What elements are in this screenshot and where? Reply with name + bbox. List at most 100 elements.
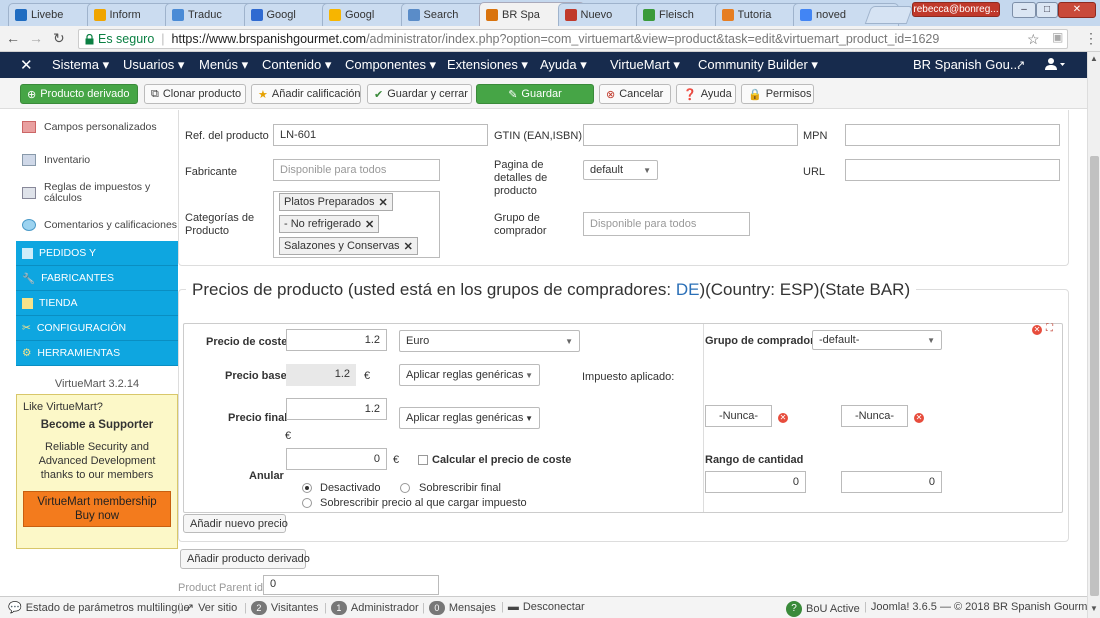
base-euro-symbol: € [364,370,371,382]
apply-rules-select-2[interactable]: Aplicar reglas genéricas ▼ [399,407,540,429]
derived-product-button[interactable]: ⊕ Producto derivado [20,84,138,104]
radio-override-final[interactable] [400,483,410,493]
url-input[interactable] [845,159,1060,181]
sidebar-section-manufacturers[interactable]: 🔧 FABRICANTES [16,266,178,291]
maximize-icon[interactable]: □ [1036,2,1058,18]
close-window-icon[interactable]: ✕ [1058,2,1096,18]
cost-price-input[interactable]: 1.2 [286,329,387,351]
menu-community-builder[interactable]: Community Builder ▾ [698,57,818,73]
new-tab-button[interactable] [864,6,914,24]
scroll-up-icon[interactable]: ▲ [1090,54,1098,63]
browser-menu-icon[interactable]: ⋮ [1084,30,1098,47]
tab-title: Livebe [31,9,64,21]
tab-favicon-icon [93,9,106,21]
radio-disabled[interactable] [302,483,312,493]
menu-usuarios[interactable]: Usuarios ▾ [123,57,184,73]
sidebar-item-inventory[interactable]: Inventario [0,151,178,169]
clone-product-button[interactable]: ⧉ Clonar producto [144,84,246,104]
save-close-button[interactable]: ✔ Guardar y cerrar [367,84,472,104]
user-icon[interactable] [1045,57,1065,71]
external-link-icon: ↗ [1016,59,1026,71]
add-derived-button[interactable]: Añadir producto derivado [180,549,310,569]
view-site-link[interactable]: | ↗ Ver sitio [178,601,237,615]
scroll-down-icon[interactable]: ▼ [1090,604,1098,613]
mpn-input[interactable] [845,124,1060,146]
qty-from-input[interactable]: 0 [705,471,806,493]
joomla-logo-icon[interactable]: ✕ [20,56,33,74]
joomla-version: | Joomla! 3.6.5 — © 2018 BR Spanish Gourm… [864,601,1097,613]
menu-menus[interactable]: Menús ▾ [199,57,248,73]
override-price-input[interactable]: 0 [286,448,387,470]
menu-ayuda[interactable]: Ayuda ▾ [540,57,587,73]
currency-select[interactable]: Euro ▼ [399,330,580,352]
sidebar-section-tools[interactable]: ⚙ HERRAMIENTAS [16,341,178,366]
scrollbar-thumb[interactable] [1090,156,1099,596]
menu-contenido[interactable]: Contenido ▾ [262,57,331,73]
sidebar-item-tax-rules[interactable]: Reglas de impuestos y cálculos [0,180,178,206]
site-name-link[interactable]: BR Spanish Gou... [913,57,1021,72]
category-chip[interactable]: - No refrigerado ✕ [279,215,380,233]
sidebar-section-orders[interactable]: PEDIDOS Y [16,241,178,266]
forward-icon[interactable]: → [29,30,43,46]
comment-icon: 💬 [8,602,22,614]
bou-status[interactable]: ? BoU Active [786,601,860,617]
back-icon[interactable]: ← [6,30,20,46]
cancel-button[interactable]: ⊗ Cancelar [599,84,671,104]
remove-icon[interactable]: ✕ [404,240,413,253]
add-rating-button[interactable]: ★ Añadir calificación [251,84,361,104]
sidebar-section-shop[interactable]: TIENDA [16,291,178,316]
sidebar-item-custom-fields[interactable]: Campos personalizados [0,118,178,136]
drag-handle-icon[interactable]: ⛶ [1046,323,1053,334]
multilang-status[interactable]: 💬 Estado de parámetros multilingüe [8,601,190,615]
sidebar-section-config[interactable]: ✂ CONFIGURACIÓN [16,316,178,341]
tab-title: Inform [109,9,141,21]
parent-id-input[interactable]: 0 [263,575,439,595]
reload-icon[interactable]: ↻ [53,30,65,47]
apply-rules-select-1[interactable]: Aplicar reglas genéricas ▼ [399,364,540,386]
membership-button[interactable]: VirtueMart membership Buy now [23,491,171,527]
browser-user-badge[interactable]: rebecca@bonreg... [912,2,1000,17]
add-price-button[interactable]: Añadir nuevo precio [183,514,288,533]
clear-date-icon[interactable]: ✕ [778,413,788,423]
clear-date-icon[interactable]: ✕ [914,413,924,423]
final-price-input[interactable]: 1.2 [286,398,387,420]
gtin-label: GTIN (EAN,ISBN) [494,130,583,142]
radio-override-tax[interactable] [302,498,312,508]
shopper-group-select[interactable]: -default- ▼ [812,330,942,350]
page-scrollbar[interactable]: ▲ ▼ [1087,52,1100,618]
calc-cost-checkbox[interactable] [418,455,428,465]
radio-override-final-label: Sobrescribir final [419,482,501,494]
remove-icon[interactable]: ✕ [379,196,388,209]
menu-extensiones[interactable]: Extensiones ▾ [447,57,528,73]
menu-virtuemart[interactable]: VirtueMart ▾ [610,57,680,73]
date-end-input[interactable]: -Nunca- [841,405,908,427]
url-field[interactable]: Es seguro | https://www.brspanishgourmet… [78,29,1068,49]
copy-icon: ⧉ [151,87,159,100]
gtin-input[interactable] [583,124,798,146]
sku-input[interactable]: LN-601 [273,124,488,146]
question-icon: ❓ [683,88,697,101]
date-start-input[interactable]: -Nunca- [705,405,772,427]
logout-link[interactable]: | ▬ Desconectar [501,601,585,613]
comments-icon [22,219,36,231]
remove-icon[interactable]: ✕ [365,218,374,231]
admin-status[interactable]: | 1 Administrador [324,601,419,615]
details-page-select[interactable]: default ▼ [583,160,658,180]
help-button[interactable]: ❓ Ayuda [676,84,736,104]
sidebar-item-comments[interactable]: Comentarios y calificaciones [0,216,178,234]
delete-price-icon[interactable]: ✕ [1032,325,1042,335]
save-button[interactable]: ✎ Guardar [476,84,594,104]
menu-sistema[interactable]: Sistema ▾ [52,57,109,73]
permissions-button[interactable]: 🔒 Permisos [741,84,814,104]
category-chip[interactable]: Salazones y Conservas ✕ [279,237,418,255]
shoppergroup-select[interactable]: Disponible para todos [583,212,750,236]
bookmark-star-icon[interactable]: ☆ [1027,31,1040,48]
manufacturer-select[interactable]: Disponible para todos [273,159,440,181]
qty-to-input[interactable]: 0 [841,471,942,493]
extension-icon[interactable]: ▣ [1052,30,1063,44]
menu-componentes[interactable]: Componentes ▾ [345,57,436,73]
category-chip[interactable]: Platos Preparados ✕ [279,193,393,211]
visitors-status[interactable]: | 2 Visitantes [244,601,318,615]
minimize-icon[interactable]: – [1012,2,1036,18]
messages-status[interactable]: | 0 Mensajes [422,601,496,615]
